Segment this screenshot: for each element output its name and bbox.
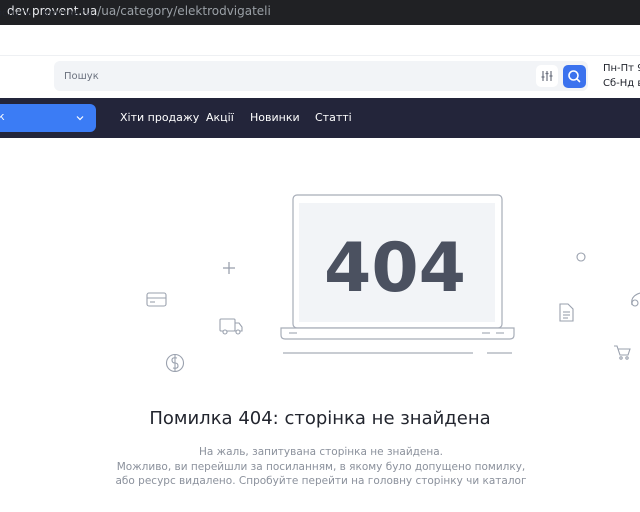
browser-address-bar[interactable]: dev.provent.ua/ua/category/elektrodvigat…: [0, 0, 640, 25]
filter-icon: [541, 71, 553, 81]
services-link[interactable]: ослуги: [0, 8, 32, 19]
catalog-button[interactable]: к: [0, 104, 96, 132]
error-code: 404: [324, 229, 466, 308]
link-icon: [631, 292, 640, 307]
plus-icon: [223, 262, 235, 274]
credit-card-icon: [146, 292, 167, 307]
error-title: Помилка 404: сторінка не знайдена: [149, 408, 491, 429]
filter-button[interactable]: [536, 65, 558, 87]
search-button[interactable]: [563, 65, 586, 88]
nav-item-bestsellers[interactable]: Хіти продажу: [120, 111, 199, 124]
top-links-bar: [0, 25, 640, 56]
nav-item-promotions[interactable]: Акції: [206, 111, 234, 124]
work-hours-weekend: Сб-Нд в: [603, 78, 640, 89]
contacts-link[interactable]: Контакти: [42, 8, 92, 19]
nav-item-new[interactable]: Новинки: [250, 111, 300, 124]
delivery-truck-icon: [219, 318, 243, 335]
search-icon: [568, 70, 581, 83]
chevron-down-icon: [76, 116, 84, 121]
document-icon: [559, 303, 574, 322]
error-message-line-1: На жаль, запитувана сторінка не знайдена…: [198, 446, 444, 458]
error-message-line-2: Можливо, ви перейшли за посиланням, в як…: [116, 461, 526, 473]
currency-icon: [165, 353, 185, 373]
catalog-label: к: [0, 110, 5, 123]
nav-item-articles[interactable]: Статті: [315, 111, 352, 124]
laptop-illustration: 404: [280, 194, 515, 354]
cart-icon: [614, 345, 631, 360]
search-input[interactable]: [64, 67, 524, 85]
url-path: /ua/category/elektrodvigateli: [97, 4, 271, 18]
circle-icon: [576, 252, 586, 262]
work-hours-weekdays: Пн-Пт 9: [603, 63, 640, 74]
error-message-line-3: або ресурс видалено. Спробуйте перейти н…: [115, 475, 527, 487]
error-illustration: 404: [146, 194, 640, 373]
